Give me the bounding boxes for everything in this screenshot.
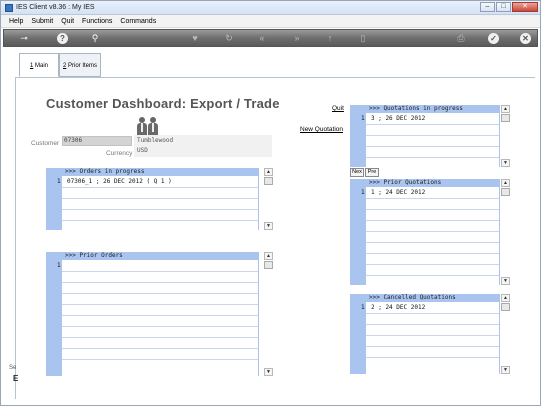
title-bar[interactable]: IES Client v8.36 : My IES – □ ✕	[1, 1, 540, 15]
minimize-button[interactable]: –	[480, 2, 495, 12]
prior-quotations-row-1[interactable]: 1 ; 24 DEC 2012	[371, 189, 425, 196]
toolbar: ⊸ ? ⚲ ♥ ↻ « » ↑ ▯ ⎙ ✓ ✕	[3, 29, 538, 47]
scroll-thumb[interactable]	[501, 303, 510, 311]
app-window: IES Client v8.36 : My IES – □ ✕ Help Sub…	[0, 0, 541, 406]
scroll-up-button[interactable]: ▲	[264, 168, 273, 176]
quit-link[interactable]: Quit	[332, 105, 344, 112]
cancelled-quotations-scrollbar[interactable]: ▲ ▼	[501, 294, 510, 374]
scroll-up-button[interactable]: ▲	[264, 252, 273, 260]
app-icon	[5, 4, 13, 12]
menu-submit[interactable]: Submit	[31, 18, 53, 25]
close-window-button[interactable]: ✕	[512, 2, 538, 12]
customer-code-field[interactable]: 07306	[62, 136, 132, 146]
scroll-up-button[interactable]: ▲	[501, 179, 510, 187]
confirm-icon[interactable]: ✓	[488, 33, 499, 44]
customer-label: Customer	[31, 140, 60, 147]
forward-icon[interactable]: »	[291, 32, 303, 44]
prior-orders-gutter	[46, 252, 62, 376]
prior-orders-scrollbar[interactable]: ▲ ▼	[264, 252, 273, 376]
menu-commands[interactable]: Commands	[120, 18, 156, 25]
prior-orders-row-number: 1	[57, 262, 61, 269]
new-quotation-link[interactable]: New Quotation	[300, 126, 343, 133]
cancel-icon[interactable]: ✕	[520, 33, 531, 44]
tab-prior-items-label: Prior Items	[66, 63, 97, 69]
next-button[interactable]: Nex	[350, 168, 364, 177]
prior-quotations-header: >>> Prior Quotations	[350, 179, 500, 187]
refresh-icon[interactable]: ↻	[223, 32, 235, 44]
quotations-in-progress-row-number: 1	[361, 115, 365, 122]
tab-prior-items[interactable]: 2 Prior Items	[59, 53, 101, 77]
document-icon[interactable]: ▯	[357, 32, 369, 44]
scroll-down-button[interactable]: ▼	[501, 277, 510, 285]
orders-in-progress-row-1[interactable]: 07306_1 ; 26 DEC 2012 ( Q 1 )	[67, 178, 172, 185]
previous-button[interactable]: Pre	[365, 168, 379, 177]
quotations-in-progress-header: >>> Quotations in progress	[350, 105, 500, 113]
maximize-button[interactable]: □	[496, 2, 511, 12]
orders-in-progress-scrollbar[interactable]: ▲ ▼	[264, 168, 273, 230]
cancelled-quotations-header: >>> Cancelled Quotations	[350, 294, 500, 302]
scroll-thumb[interactable]	[501, 188, 510, 196]
scroll-down-button[interactable]: ▼	[264, 222, 273, 230]
scroll-thumb[interactable]	[264, 177, 273, 185]
prior-quotations-scrollbar[interactable]: ▲ ▼	[501, 179, 510, 285]
cancelled-quotations-row-1[interactable]: 2 ; 24 DEC 2012	[371, 304, 425, 311]
orders-in-progress-panel: >>> Orders in progress 1 07306_1 ; 26 DE…	[46, 168, 259, 230]
window-title: IES Client v8.36 : My IES	[16, 4, 95, 11]
key-icon[interactable]: ⊸	[18, 32, 30, 44]
quotations-in-progress-panel: >>> Quotations in progress 1 3 ; 26 DEC …	[350, 105, 500, 167]
menu-functions[interactable]: Functions	[82, 18, 112, 25]
rewind-icon[interactable]: «	[256, 32, 268, 44]
prior-quotations-panel: >>> Prior Quotations 1 1 ; 24 DEC 2012	[350, 179, 500, 285]
menu-help[interactable]: Help	[9, 18, 23, 25]
scroll-thumb[interactable]	[501, 114, 510, 122]
currency-value: USD	[137, 147, 148, 154]
prior-orders-header: >>> Prior Orders	[46, 252, 259, 260]
scroll-up-button[interactable]: ▲	[501, 105, 510, 113]
quotations-in-progress-row-1[interactable]: 3 ; 26 DEC 2012	[371, 115, 425, 122]
print-icon[interactable]: ⎙	[455, 32, 467, 44]
customer-name: Tumblewood	[137, 137, 174, 144]
orders-in-progress-header: >>> Orders in progress	[46, 168, 259, 176]
help-icon[interactable]: ?	[57, 33, 68, 44]
cancelled-quotations-panel: >>> Cancelled Quotations 1 2 ; 24 DEC 20…	[350, 294, 500, 374]
scroll-thumb[interactable]	[264, 261, 273, 269]
upload-icon[interactable]: ↑	[324, 32, 336, 44]
quotations-in-progress-scrollbar[interactable]: ▲ ▼	[501, 105, 510, 167]
orders-in-progress-row-number: 1	[57, 178, 61, 185]
currency-label: Currency	[106, 150, 133, 157]
tab-main-label: Main	[33, 63, 48, 69]
menu-bar: Help Submit Quit Functions Commands	[1, 15, 540, 28]
page-title: Customer Dashboard: Export / Trade	[46, 96, 280, 111]
search-icon[interactable]: ⚲	[89, 32, 101, 44]
scroll-up-button[interactable]: ▲	[501, 294, 510, 302]
side-panel-fragment: Se	[9, 365, 17, 371]
favorite-icon[interactable]: ♥	[189, 32, 201, 44]
prior-orders-panel: >>> Prior Orders 1	[46, 252, 259, 376]
scroll-down-button[interactable]: ▼	[501, 366, 510, 374]
cancelled-quotations-row-number: 1	[361, 304, 365, 311]
prior-quotations-row-number: 1	[361, 189, 365, 196]
side-panel-fragment-letter: E	[13, 374, 19, 383]
scroll-down-button[interactable]: ▼	[264, 368, 273, 376]
menu-quit[interactable]: Quit	[61, 18, 74, 25]
scroll-down-button[interactable]: ▼	[501, 159, 510, 167]
customer-people-icon	[137, 117, 159, 135]
tab-main[interactable]: 1 Main	[19, 53, 59, 77]
